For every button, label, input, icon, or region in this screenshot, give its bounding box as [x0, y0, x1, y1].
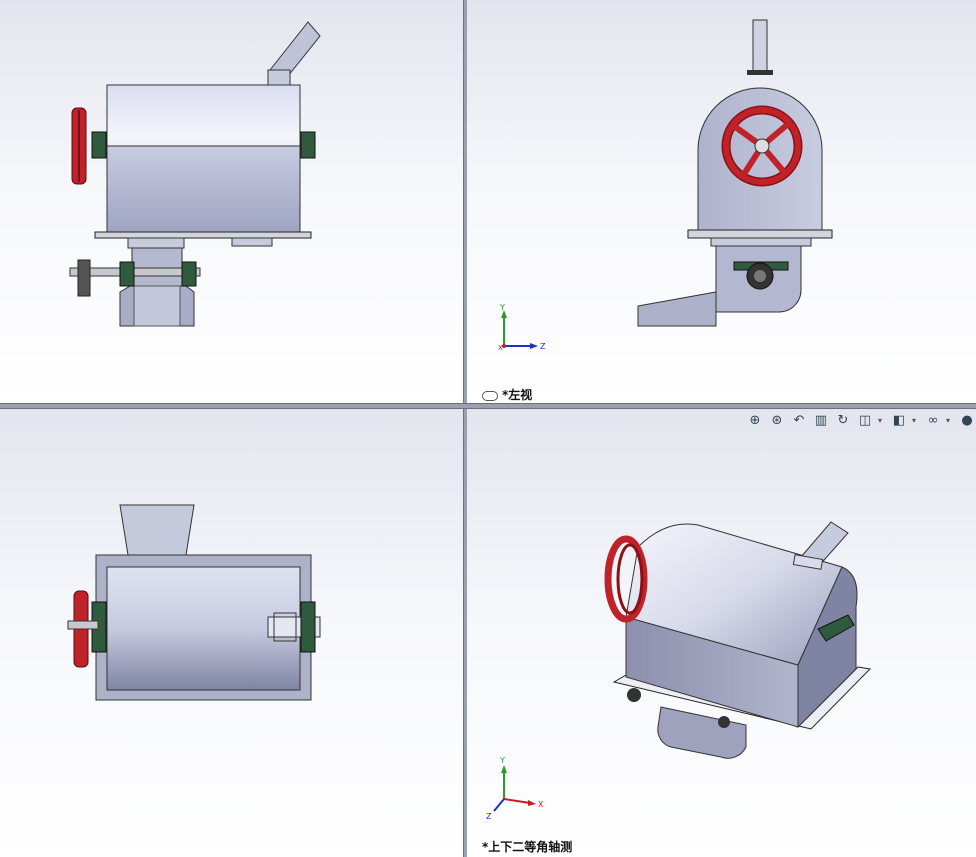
viewport-top[interactable] [0, 407, 463, 857]
axis-triad: Y Z X [498, 303, 546, 352]
top-view-model [67, 504, 321, 701]
triad-x-label: X [538, 800, 544, 809]
triad-z-label: Z [486, 812, 492, 821]
triad-z-label: Z [540, 342, 546, 351]
viewport-left[interactable]: Y Z X *左视 [466, 0, 976, 403]
front-view-model [69, 21, 321, 327]
bearing [91, 131, 107, 159]
triad-y-label: Y [499, 303, 505, 312]
left-view-model: Y Z X [498, 19, 833, 352]
viewport-isometric[interactable]: ⊕ ⊛ ↶ ▥ ↻ ◫ ▾ ◧ ▾ ∞ ▾ ● Y X Z *上下二等角轴测 [466, 407, 976, 857]
bearing [181, 261, 197, 287]
bearing [119, 261, 135, 287]
outlet-chute [269, 21, 321, 77]
link-icon [482, 390, 498, 401]
base-plate [94, 231, 312, 239]
cad-viewport-grid: Y Z X *左视 ⊕ ⊛ ↶ ▥ ↻ ◫ ▾ ◧ ▾ ∞ ▾ ● Y X Z … [0, 0, 976, 857]
view-label-isometric: *上下二等角轴测 [482, 840, 573, 854]
triad-y-label: Y [499, 756, 505, 765]
bearing [300, 131, 316, 159]
view-label-left: *左视 [482, 386, 532, 403]
viewport-splitter-vertical[interactable] [463, 0, 467, 857]
hopper [119, 504, 195, 556]
triad-x-label: X [498, 344, 503, 352]
axis-triad: Y X Z [486, 756, 544, 821]
viewport-splitter-horizontal[interactable] [0, 403, 976, 409]
viewport-front[interactable] [0, 0, 463, 403]
isometric-model: Y X Z [486, 521, 872, 821]
bearing [300, 601, 316, 653]
